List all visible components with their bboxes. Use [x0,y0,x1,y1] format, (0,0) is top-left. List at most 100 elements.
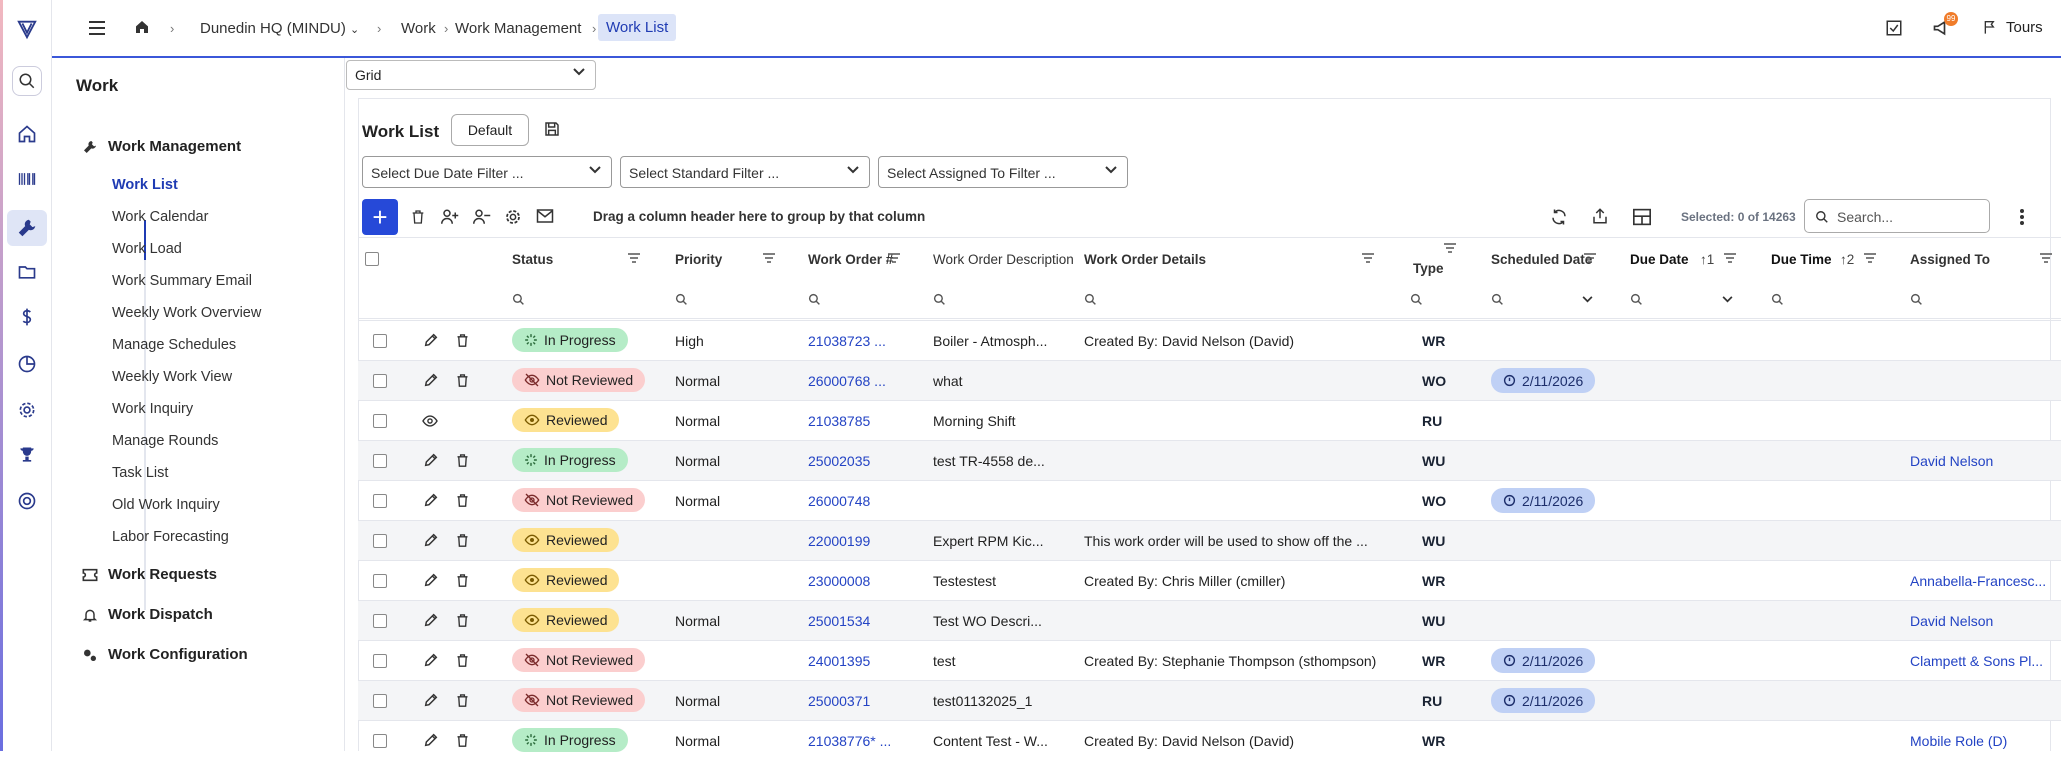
filter-icon[interactable] [1864,253,1876,263]
column-filter-search-icon[interactable] [1410,293,1423,306]
delete-icon[interactable] [455,492,470,509]
col-description[interactable]: Work Order Description [933,252,1074,267]
work-order-link[interactable]: 23000008 [808,573,898,589]
table-row[interactable]: Reviewed23000008TestestestCreated By: Ch… [358,560,2061,600]
logo-icon[interactable] [12,14,42,44]
col-work-order[interactable]: Work Order # [808,252,893,267]
layout-icon[interactable] [1632,208,1652,226]
unassign-user-icon[interactable] [472,208,492,226]
row-checkbox[interactable] [373,534,387,548]
sidebar-item-work-list[interactable]: Work List [112,177,178,193]
col-assigned-to[interactable]: Assigned To [1910,252,1990,267]
work-order-link[interactable]: 24001395 [808,653,898,669]
chevron-down-icon[interactable] [1722,296,1733,303]
dollar-icon[interactable] [12,302,42,332]
trophy-icon[interactable] [12,440,42,470]
table-row[interactable]: Not ReviewedNormal26000768 ...whatWO2/11… [358,360,2061,400]
assigned-to-link[interactable]: Mobile Role (D) [1910,733,2060,749]
sidebar-item-old-work-inquiry[interactable]: Old Work Inquiry [112,497,220,513]
edit-icon[interactable] [423,572,439,588]
filter-icon[interactable] [1724,253,1736,263]
refresh-icon[interactable] [1550,208,1568,226]
folder-icon[interactable] [12,257,42,287]
sidebar-item-labor-forecasting[interactable]: Labor Forecasting [112,529,229,545]
breadcrumb-work[interactable]: Work [401,20,436,37]
edit-icon[interactable] [423,732,439,748]
row-checkbox[interactable] [373,574,387,588]
sidebar-item-manage-schedules[interactable]: Manage Schedules [112,337,236,353]
due-date-filter[interactable]: Select Due Date Filter ... [362,156,612,188]
column-filter-search-icon[interactable] [675,293,688,306]
work-order-link[interactable]: 25000371 [808,693,898,709]
edit-icon[interactable] [423,692,439,708]
view-selector[interactable]: Grid [346,60,596,90]
table-row[interactable]: Reviewed22000199Expert RPM Kic...This wo… [358,520,2061,560]
sidebar-item-weekly-work-view[interactable]: Weekly Work View [112,369,232,385]
search-icon[interactable] [12,66,42,96]
col-status[interactable]: Status [512,252,553,267]
column-filter-search-icon[interactable] [1084,293,1097,306]
sidebar-group-work-management[interactable]: Work Management [82,138,372,155]
row-checkbox[interactable] [373,494,387,508]
edit-icon[interactable] [423,372,439,388]
search-input[interactable]: Search... [1804,199,1990,233]
edit-icon[interactable] [423,492,439,508]
edit-icon[interactable] [423,452,439,468]
pie-chart-icon[interactable] [12,349,42,379]
due-date-sort[interactable]: ↑1 [1700,252,1714,267]
delete-icon[interactable] [455,332,470,349]
default-view-button[interactable]: Default [451,114,529,146]
table-row[interactable]: In ProgressNormal21038776* ...Content Te… [358,720,2061,760]
col-scheduled-date[interactable]: Scheduled Date [1491,252,1592,267]
delete-icon[interactable] [410,208,426,226]
view-icon[interactable] [421,414,439,428]
settings-icon[interactable] [504,208,522,226]
col-type[interactable]: Type [1413,261,1444,276]
edit-icon[interactable] [423,332,439,348]
work-order-link[interactable]: 21038785 [808,413,898,429]
work-order-link[interactable]: 25002035 [808,453,898,469]
work-order-link[interactable]: 25001534 [808,613,898,629]
home-icon[interactable] [134,19,150,35]
sidebar-item-manage-rounds[interactable]: Manage Rounds [112,433,218,449]
column-filter-search-icon[interactable] [1910,293,1923,306]
sidebar-item-task-list[interactable]: Task List [112,465,168,481]
delete-icon[interactable] [455,612,470,629]
delete-icon[interactable] [455,692,470,709]
sidebar-group-work-configuration[interactable]: Work Configuration [82,646,372,663]
row-checkbox[interactable] [373,654,387,668]
edit-icon[interactable] [423,532,439,548]
work-order-link[interactable]: 26000748 [808,493,898,509]
column-filter-search-icon[interactable] [1630,293,1643,306]
sidebar-item-work-calendar[interactable]: Work Calendar [112,209,208,225]
column-filter-search-icon[interactable] [1771,293,1784,306]
delete-icon[interactable] [455,452,470,469]
checkbox-tasks-icon[interactable] [1885,19,1903,37]
delete-icon[interactable] [455,652,470,669]
filter-icon[interactable] [1444,243,1456,253]
col-details[interactable]: Work Order Details [1084,252,1206,267]
filter-icon[interactable] [763,253,775,263]
due-time-sort[interactable]: ↑2 [1840,252,1854,267]
col-priority[interactable]: Priority [675,252,722,267]
row-checkbox[interactable] [373,734,387,748]
save-icon[interactable] [544,121,560,137]
col-due-date[interactable]: Due Date [1630,252,1689,267]
standard-filter[interactable]: Select Standard Filter ... [620,156,870,188]
table-row[interactable]: Not ReviewedNormal26000748WO2/11/2026 [358,480,2061,520]
delete-icon[interactable] [455,532,470,549]
column-filter-search-icon[interactable] [933,293,946,306]
chevron-down-icon[interactable] [1582,296,1593,303]
assigned-to-link[interactable]: Annabella-Francesc... [1910,573,2060,589]
assigned-to-link[interactable]: David Nelson [1910,613,2060,629]
gear-icon[interactable] [12,395,42,425]
filter-icon[interactable] [1584,253,1596,263]
location-selector[interactable]: Dunedin HQ (MINDU) ⌄ [200,20,359,37]
edit-icon[interactable] [423,612,439,628]
add-button[interactable]: + [362,199,398,235]
row-checkbox[interactable] [373,334,387,348]
wrench-icon[interactable] [7,210,47,246]
filter-icon[interactable] [628,253,640,263]
filter-icon[interactable] [1362,253,1374,263]
sidebar-item-work-inquiry[interactable]: Work Inquiry [112,401,193,417]
